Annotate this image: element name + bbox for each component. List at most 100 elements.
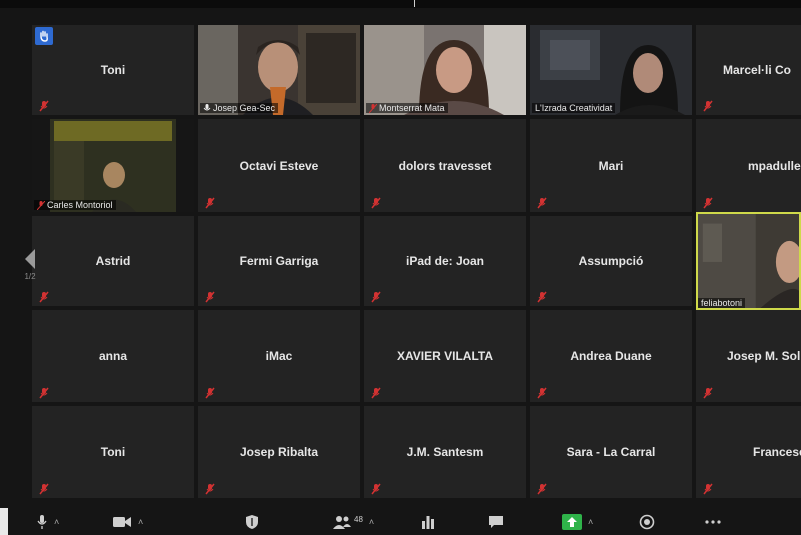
muted-mic-icon xyxy=(205,483,215,495)
participant-name: Octavi Esteve xyxy=(239,158,319,173)
tile-josep-ribalta[interactable]: Josep Ribalta xyxy=(198,406,360,498)
muted-mic-icon xyxy=(39,387,49,399)
security-shield-icon xyxy=(246,515,258,529)
video-options-caret[interactable]: ˄ xyxy=(138,517,143,527)
participant-name: Andrea Duane xyxy=(570,349,652,363)
participant-name: iMac xyxy=(265,349,293,363)
tile-josep-gea[interactable]: Josep Gea-Sec xyxy=(198,25,360,115)
participant-name: Montserrat Mata xyxy=(379,103,445,113)
top-divider xyxy=(414,0,415,7)
participants-button[interactable]: 48 ˄ xyxy=(332,514,374,530)
participant-name: Carles Montoriol xyxy=(47,200,113,210)
tile-octavi[interactable]: Octavi Esteve xyxy=(198,119,360,212)
share-options-caret[interactable]: ˄ xyxy=(588,517,593,527)
participant-name: Josep Gea-Sec xyxy=(213,103,276,113)
muted-mic-icon xyxy=(703,197,713,209)
muted-mic-icon xyxy=(371,483,381,495)
participant-name: Toni xyxy=(100,445,126,459)
tile-marcel[interactable]: Marcel·li Co xyxy=(696,25,801,115)
record-button[interactable] xyxy=(639,514,655,530)
tile-dolors[interactable]: dolors travesset xyxy=(364,119,526,212)
previous-page-button[interactable]: 1/2 xyxy=(17,248,43,288)
muted-mic-icon xyxy=(371,291,381,303)
more-icon xyxy=(705,520,721,524)
muted-mic-icon xyxy=(37,200,45,210)
participant-name: Josep M. Sol xyxy=(727,349,801,363)
participant-name-label: Josep Gea-Sec xyxy=(200,103,279,113)
muted-mic-icon xyxy=(703,483,713,495)
tile-mari[interactable]: Mari xyxy=(530,119,692,212)
participant-video xyxy=(530,25,692,115)
participant-name: Josep Ribalta xyxy=(239,445,319,459)
tile-feliabotoni-active-speaker[interactable]: feliabotoni xyxy=(696,212,801,310)
chevron-left-icon xyxy=(25,249,35,269)
polls-icon xyxy=(422,516,434,529)
video-camera-icon xyxy=(113,517,131,527)
muted-mic-icon xyxy=(537,291,547,303)
tile-assumpcio[interactable]: Assumpció xyxy=(530,216,692,306)
participant-video xyxy=(198,25,360,115)
tile-carles[interactable]: Carles Montoriol xyxy=(32,119,194,212)
polls-button[interactable] xyxy=(421,514,435,530)
tile-lizrada[interactable]: L'Izrada Creatividat xyxy=(530,25,692,115)
participants-icon xyxy=(333,516,351,529)
tile-xavier[interactable]: XAVIER VILALTA xyxy=(364,310,526,402)
participant-name: Astrid xyxy=(95,254,131,268)
participant-name: J.M. Santesm xyxy=(406,445,484,459)
participants-count: 48 xyxy=(354,514,363,524)
audio-options-caret[interactable]: ˄ xyxy=(54,517,59,527)
participant-name: Assumpció xyxy=(578,254,644,268)
participants-options-caret[interactable]: ˄ xyxy=(369,517,374,527)
tile-sara[interactable]: Sara - La Carral xyxy=(530,406,692,498)
participant-video xyxy=(364,25,526,115)
tile-jm-santesm[interactable]: J.M. Santesm xyxy=(364,406,526,498)
mic-icon xyxy=(203,103,211,110)
chat-button[interactable] xyxy=(488,514,504,530)
tile-fermi[interactable]: Fermi Garriga xyxy=(198,216,360,306)
share-screen-icon xyxy=(562,514,582,530)
muted-mic-icon xyxy=(703,387,713,399)
meeting-toolbar: ˄ ˄ 48 ˄ ˄ xyxy=(8,508,801,535)
tile-andrea[interactable]: Andrea Duane xyxy=(530,310,692,402)
security-button[interactable] xyxy=(245,514,259,530)
participant-name: Francesc xyxy=(753,445,801,459)
participant-name: Marcel·li Co xyxy=(723,63,792,77)
tile-ipad-joan[interactable]: iPad de: Joan xyxy=(364,216,526,306)
page-indicator: 1/2 xyxy=(24,272,36,281)
tile-toni-1[interactable]: Toni xyxy=(32,25,194,115)
tile-anna[interactable]: anna xyxy=(32,310,194,402)
share-screen-button[interactable]: ˄ xyxy=(562,514,593,530)
muted-mic-icon xyxy=(371,197,381,209)
mute-button[interactable]: ˄ xyxy=(36,514,59,530)
participant-name: L'Izrada Creatividat xyxy=(535,103,613,113)
muted-mic-icon xyxy=(703,100,713,112)
muted-mic-icon xyxy=(205,387,215,399)
video-button[interactable]: ˄ xyxy=(112,514,143,530)
tile-montserrat[interactable]: Montserrat Mata xyxy=(364,25,526,115)
tile-toni-2[interactable]: Toni xyxy=(32,406,194,498)
participant-video xyxy=(32,119,194,212)
muted-mic-icon xyxy=(39,100,49,112)
participant-name: feliabotoni xyxy=(701,298,743,308)
chat-icon xyxy=(489,516,503,528)
tile-mpadulle[interactable]: mpadulle xyxy=(696,119,801,212)
muted-mic-icon xyxy=(205,291,215,303)
muted-mic-icon xyxy=(537,387,547,399)
microphone-icon xyxy=(37,515,47,529)
tile-imac[interactable]: iMac xyxy=(198,310,360,402)
participant-video xyxy=(698,214,799,308)
tile-francesc[interactable]: Francesc xyxy=(696,406,801,498)
tile-josep-m[interactable]: Josep M. Sol xyxy=(696,310,801,402)
muted-mic-icon xyxy=(39,483,49,495)
window-top-bar xyxy=(0,0,801,8)
more-button[interactable] xyxy=(704,514,722,530)
participant-name: XAVIER VILALTA xyxy=(397,349,493,363)
muted-mic-icon xyxy=(369,103,377,113)
tile-astrid[interactable]: Astrid xyxy=(32,216,194,306)
muted-mic-icon xyxy=(537,483,547,495)
participant-name-label: feliabotoni xyxy=(698,298,746,308)
participant-name-label: Carles Montoriol xyxy=(34,200,116,210)
participant-name: anna xyxy=(98,349,127,363)
participant-name: mpadulle xyxy=(748,158,801,173)
participant-name: Toni xyxy=(100,63,126,77)
